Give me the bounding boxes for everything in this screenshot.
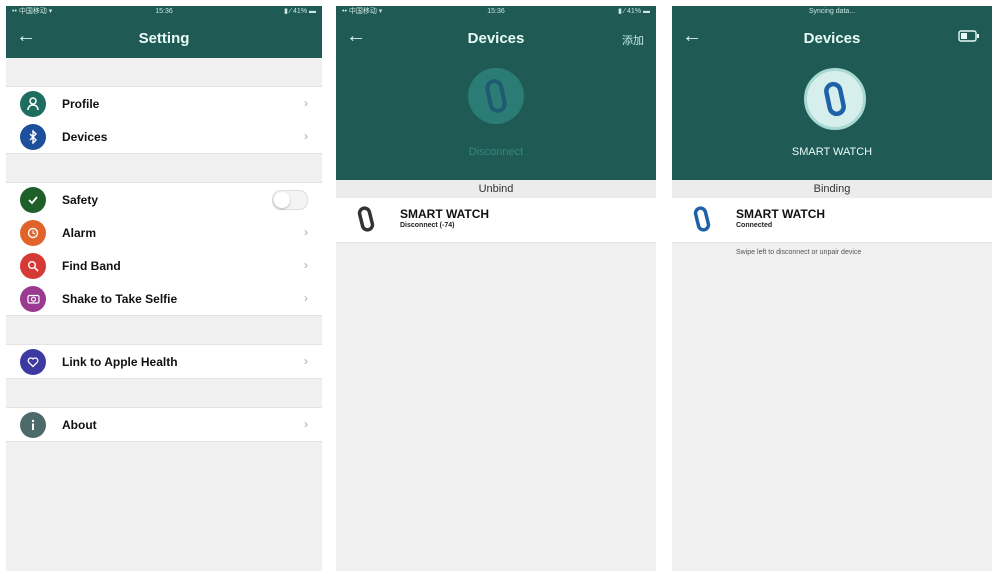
- settings-group-account: Profile › Devices ›: [6, 86, 322, 154]
- device-name: SMART WATCH: [400, 207, 490, 221]
- settings-item-label: Link to Apple Health: [62, 354, 178, 369]
- settings-group-features: Safety Alarm › Find Band › Shake to Take…: [6, 182, 322, 316]
- clock-text: 15:36: [487, 8, 505, 15]
- status-bar: Syncing data...: [672, 6, 992, 18]
- settings-item-alarm[interactable]: Alarm ›: [6, 216, 322, 249]
- settings-item-label: Devices: [62, 129, 108, 144]
- person-icon: [20, 90, 46, 117]
- device-name: SMART WATCH: [736, 207, 826, 221]
- page-title: Devices: [467, 30, 525, 47]
- settings-item-safety[interactable]: Safety: [6, 183, 322, 216]
- chevron-right-icon: ›: [304, 354, 308, 368]
- settings-group-health: Link to Apple Health ›: [6, 344, 322, 379]
- page-title: Setting: [138, 30, 190, 47]
- settings-item-find-band[interactable]: Find Band ›: [6, 249, 322, 282]
- settings-item-profile[interactable]: Profile ›: [6, 87, 322, 120]
- section-label: Binding: [672, 180, 992, 198]
- shield-check-icon: [20, 186, 46, 213]
- device-item[interactable]: SMART WATCH Disconnect (-74): [336, 198, 656, 243]
- device-title-text: SMART WATCH: [791, 146, 873, 158]
- add-device-button[interactable]: 添加: [622, 32, 644, 48]
- connection-status-text: Disconnect: [468, 146, 524, 158]
- chevron-right-icon: ›: [304, 129, 308, 143]
- section-label: Unbind: [336, 180, 656, 198]
- watch-icon: [468, 68, 524, 124]
- chevron-right-icon: ›: [304, 96, 308, 110]
- watch-band-icon: [690, 206, 716, 239]
- chevron-right-icon: ›: [304, 291, 308, 305]
- settings-item-label: Find Band: [62, 258, 121, 273]
- safety-toggle[interactable]: [272, 190, 308, 210]
- settings-item-label: Safety: [62, 192, 99, 207]
- alarm-clock-icon: [20, 219, 46, 246]
- settings-item-about[interactable]: About ›: [6, 408, 322, 441]
- setting-screen: •• 中国移动 ▾ 15:36 ▮ ⁄ 41% ▬ ← Setting Prof…: [6, 6, 322, 571]
- nav-bar: ← Devices 添加: [336, 18, 656, 58]
- nav-bar: ← Setting: [6, 18, 322, 58]
- settings-item-label: Profile: [62, 96, 100, 111]
- info-icon: [20, 411, 46, 438]
- devices-unbind-screen: •• 中国移动 ▾ 15:36 ▮ ⁄ 41% ▬ ← Devices 添加 D…: [336, 6, 656, 571]
- hint-text: Swipe left to disconnect or unpair devic…: [736, 249, 862, 256]
- status-bar: •• 中国移动 ▾ 15:36 ▮ ⁄ 41% ▬: [336, 6, 656, 18]
- camera-icon: [20, 285, 46, 312]
- bluetooth-icon: [20, 123, 46, 150]
- settings-item-shake-selfie[interactable]: Shake to Take Selfie ›: [6, 282, 322, 315]
- devices-binding-screen: Syncing data... ← Devices SMART WATCH Bi…: [672, 6, 992, 571]
- battery-icon: [958, 30, 980, 45]
- device-status: Connected: [736, 222, 773, 229]
- device-status: Disconnect (-74): [400, 222, 455, 229]
- sync-status-text: Syncing data...: [808, 8, 856, 15]
- status-bar: •• 中国移动 ▾ 15:36 ▮ ⁄ 41% ▬: [6, 6, 322, 18]
- device-item[interactable]: SMART WATCH Connected: [672, 198, 992, 243]
- battery-text: ▮ ⁄ 41% ▬: [284, 8, 316, 15]
- settings-item-label: About: [62, 417, 97, 432]
- battery-text: ▮ ⁄ 41% ▬: [618, 8, 650, 15]
- clock-text: 15:36: [155, 8, 173, 15]
- settings-item-label: Shake to Take Selfie: [62, 291, 178, 306]
- settings-item-apple-health[interactable]: Link to Apple Health ›: [6, 345, 322, 378]
- health-icon: [20, 348, 46, 375]
- watch-band-icon: [354, 206, 380, 239]
- chevron-right-icon: ›: [304, 417, 308, 431]
- settings-item-devices[interactable]: Devices ›: [6, 120, 322, 153]
- device-header: Disconnect: [336, 58, 656, 180]
- page-title: Devices: [803, 30, 861, 47]
- settings-item-label: Alarm: [62, 225, 97, 240]
- device-header: SMART WATCH: [672, 58, 992, 180]
- settings-group-about: About ›: [6, 407, 322, 442]
- chevron-right-icon: ›: [304, 225, 308, 239]
- nav-bar: ← Devices: [672, 18, 992, 58]
- watch-icon: [804, 68, 866, 130]
- chevron-right-icon: ›: [304, 258, 308, 272]
- magnifier-icon: [20, 252, 46, 279]
